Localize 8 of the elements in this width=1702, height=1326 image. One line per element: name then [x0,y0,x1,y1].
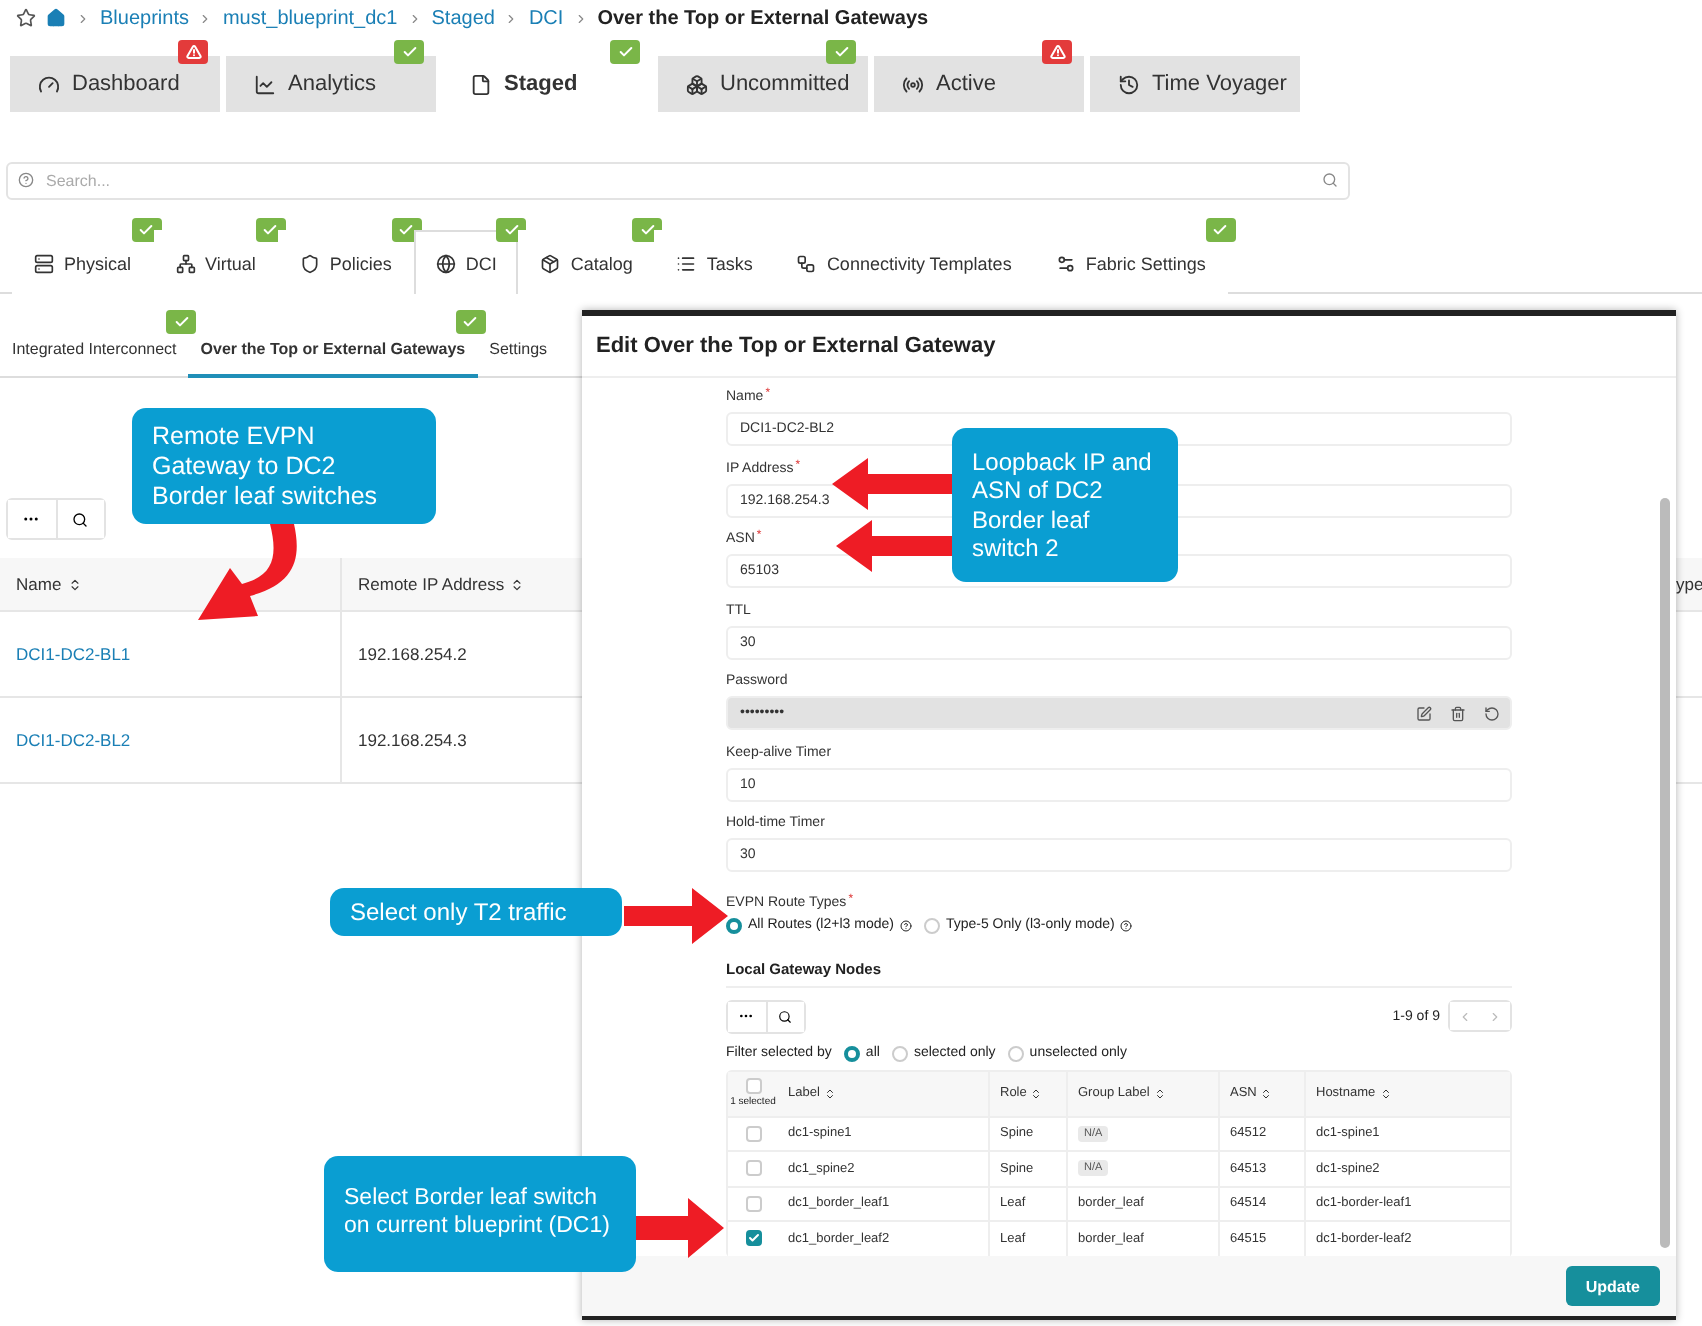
callout-tooltip: Select only T2 traffic [330,888,622,936]
table-cell: 192.168.254.3 [340,698,580,782]
callout-tooltip: Select Border leaf switch on current blueprint (DC1) [324,1156,636,1272]
callout-tooltip: Remote EVPN Gateway to DC2 Border leaf switches [132,408,436,524]
callout-tooltip: Loopback IP and ASN of DC2 Border leaf switch 2 [952,428,1178,582]
dialog-title: Edit Over the Top or External Gateway [596,334,996,358]
table-cell: 192.168.254.2 [340,612,580,696]
breadcrumb-current: Over the Top or External Gateways [597,7,929,29]
